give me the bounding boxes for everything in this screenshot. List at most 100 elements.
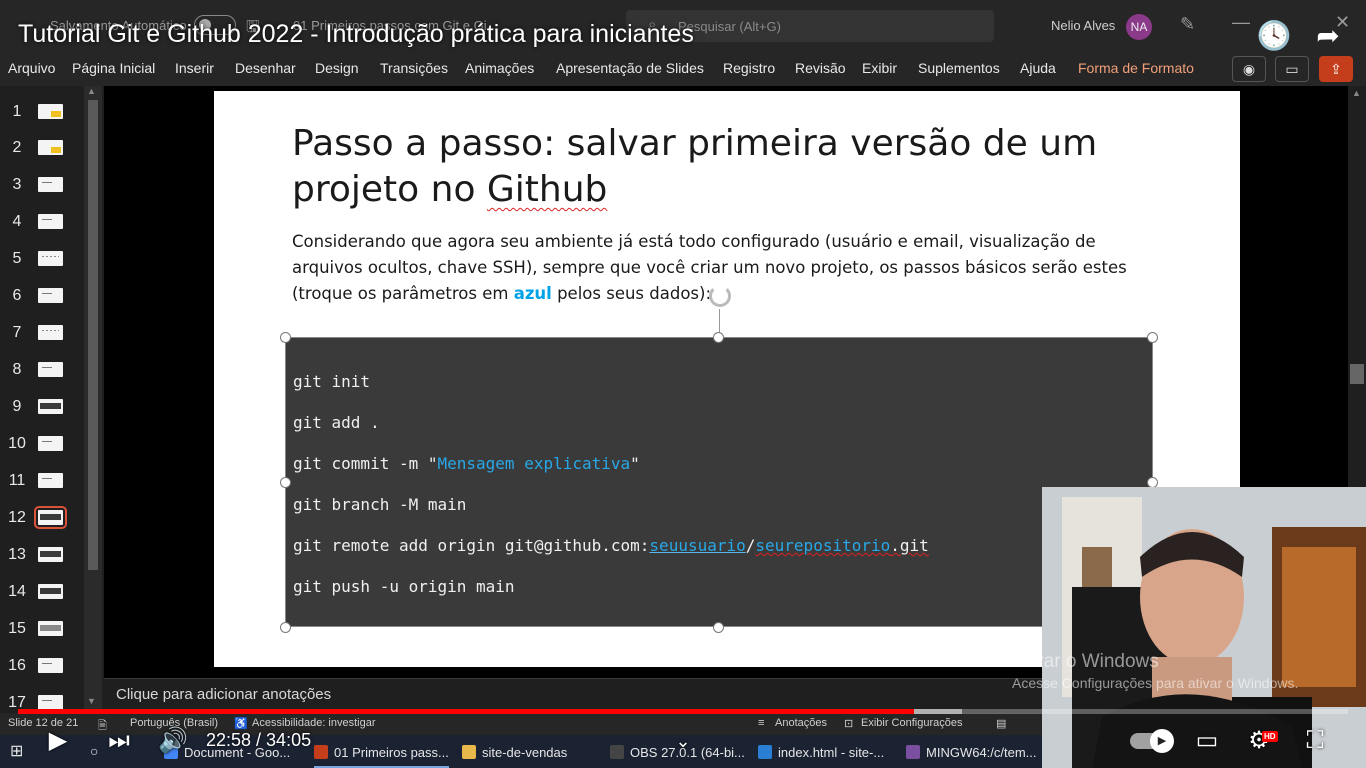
code-text: git remote add origin git@github.com: xyxy=(293,536,650,555)
slide-number: 5 xyxy=(12,250,22,267)
minimize-icon[interactable]: — xyxy=(1232,12,1250,33)
git-bash-icon xyxy=(906,745,920,759)
tab-inserir[interactable]: Inserir xyxy=(175,60,214,76)
scroll-up-icon[interactable]: ▲ xyxy=(1352,88,1361,98)
watermark-subtitle: Acesse Configurações para ativar o Windo… xyxy=(1012,675,1299,691)
powerpoint-icon xyxy=(314,745,328,759)
tab-transicoes[interactable]: Transições xyxy=(380,60,448,76)
resize-handle[interactable] xyxy=(713,622,724,633)
taskbar-item-label: 01 Primeiros pass... xyxy=(334,745,449,760)
video-progress-bar[interactable] xyxy=(18,709,1348,714)
fullscreen-icon[interactable]: ⛶ xyxy=(1298,724,1332,758)
subtitles-icon[interactable]: ▭ xyxy=(1190,724,1224,758)
obs-icon xyxy=(610,745,624,759)
windows-activation-watermark: Ativar o Windows Acesse Configurações pa… xyxy=(1012,651,1298,691)
slide-preview xyxy=(38,177,63,192)
code-box[interactable]: git init git add . git commit -m "Mensag… xyxy=(285,337,1153,627)
scroll-thumb[interactable] xyxy=(88,100,98,570)
code-param: Mensagem explicativa xyxy=(437,454,631,473)
display-settings-button[interactable]: Exibir Configurações xyxy=(861,717,963,729)
comment-icon[interactable]: ▭ xyxy=(1275,56,1309,82)
tab-suplementos[interactable]: Suplementos xyxy=(918,60,1000,76)
slide-number: 8 xyxy=(12,361,22,378)
resize-handle[interactable] xyxy=(1147,332,1158,343)
scroll-thumb[interactable] xyxy=(1350,364,1364,384)
tab-arquivo[interactable]: Arquivo xyxy=(8,60,55,76)
video-time: 22:58 / 34:05 xyxy=(206,730,312,750)
taskbar-item[interactable]: index.html - site-... xyxy=(758,735,884,768)
taskbar-item-active[interactable]: 01 Primeiros pass... xyxy=(314,735,449,768)
slide-number: 3 xyxy=(12,176,22,193)
code-text: " xyxy=(630,454,640,473)
accessibility-status[interactable]: Acessibilidade: investigar xyxy=(252,717,376,729)
code-text: git commit -m " xyxy=(293,454,438,473)
slide-number: 12 xyxy=(8,509,26,526)
windows-start-icon[interactable]: ⊞ xyxy=(10,735,23,768)
code-line-commit: git commit -m "Mensagem explicativa" xyxy=(293,454,640,473)
code-param-repo: seurepositorio xyxy=(755,536,891,555)
taskbar-item[interactable]: MINGW64:/c/tem... xyxy=(906,735,1037,768)
slide-number: 14 xyxy=(8,583,26,600)
tab-apresentacao[interactable]: Apresentação de Slides xyxy=(556,60,704,76)
slide-preview xyxy=(38,436,63,451)
normal-view-icon[interactable]: ▤ xyxy=(996,717,1006,730)
buffered-bar xyxy=(914,709,963,714)
code-line-remote: git remote add origin git@github.com: seu… xyxy=(293,536,929,555)
slide-preview xyxy=(38,288,63,303)
resize-handle[interactable] xyxy=(713,332,724,343)
resize-handle[interactable] xyxy=(280,477,291,488)
tab-registro[interactable]: Registro xyxy=(723,60,775,76)
slide-preview xyxy=(38,473,63,488)
next-icon[interactable]: ⏭ xyxy=(104,724,134,758)
body-text-blue: azul xyxy=(513,284,552,303)
resize-handle[interactable] xyxy=(280,622,291,633)
thumbnail-scrollbar[interactable]: ▲ ▼ xyxy=(84,86,102,710)
taskbar-item-label: MINGW64:/c/tem... xyxy=(926,745,1037,760)
watch-later-icon[interactable]: 🕓 xyxy=(1256,18,1292,54)
tab-exibir[interactable]: Exibir xyxy=(862,60,897,76)
tab-forma-de-formato[interactable]: Forma de Formato xyxy=(1078,60,1194,76)
share-button[interactable]: ⇪ xyxy=(1319,56,1353,82)
slide-preview xyxy=(38,399,63,414)
scroll-up-icon[interactable]: ▲ xyxy=(87,86,96,96)
autoplay-toggle[interactable] xyxy=(1130,729,1174,753)
resize-handle[interactable] xyxy=(280,332,291,343)
tab-animacoes[interactable]: Animações xyxy=(465,60,534,76)
accessibility-icon: ♿ xyxy=(234,718,248,730)
watermark-title: Ativar o Windows xyxy=(1012,651,1159,672)
slide-number: 13 xyxy=(8,546,26,563)
user-name: Nelio Alves xyxy=(1051,18,1116,33)
video-title[interactable]: Tutorial Git e Github 2022 - Introdução … xyxy=(18,20,694,49)
slide-number: 11 xyxy=(8,472,26,489)
code-line-branch: git branch -M main xyxy=(293,495,467,514)
tab-pagina-inicial[interactable]: Página Inicial xyxy=(72,60,155,76)
scroll-down-icon[interactable]: ▼ xyxy=(87,696,96,706)
played-bar xyxy=(18,709,915,714)
taskbar-item[interactable]: site-de-vendas xyxy=(462,735,567,768)
slide-preview xyxy=(38,584,63,599)
notes-button[interactable]: Anotações xyxy=(775,717,827,729)
tab-revisao[interactable]: Revisão xyxy=(795,60,846,76)
hd-badge: HD xyxy=(1262,731,1278,742)
notes-placeholder: Clique para adicionar anotações xyxy=(116,686,332,703)
volume-icon[interactable]: 🔊 xyxy=(158,724,188,758)
rotate-handle[interactable] xyxy=(709,285,731,307)
play-icon[interactable]: ▶ xyxy=(40,724,76,758)
avatar[interactable]: NA xyxy=(1126,14,1152,40)
tab-desenhar[interactable]: Desenhar xyxy=(235,60,296,76)
task-view-icon[interactable]: ○ xyxy=(90,735,98,768)
slide-preview xyxy=(34,506,67,529)
tab-ajuda[interactable]: Ajuda xyxy=(1020,60,1056,76)
slide-preview xyxy=(38,104,63,119)
chevron-down-icon[interactable]: ⌄ xyxy=(670,724,696,758)
tab-design[interactable]: Design xyxy=(315,60,359,76)
slide-title[interactable]: Passo a passo: salvar primeira versão de… xyxy=(292,121,1152,213)
notes-icon: ≡ xyxy=(758,717,765,729)
share-icon[interactable]: ➦ xyxy=(1310,18,1346,54)
code-line-init: git init xyxy=(293,372,371,391)
record-icon[interactable]: ◉ xyxy=(1232,56,1266,82)
pen-icon[interactable]: ✎ xyxy=(1180,14,1195,35)
slide-number: 6 xyxy=(12,287,22,304)
slide-preview xyxy=(38,362,63,377)
folder-icon xyxy=(462,745,476,759)
